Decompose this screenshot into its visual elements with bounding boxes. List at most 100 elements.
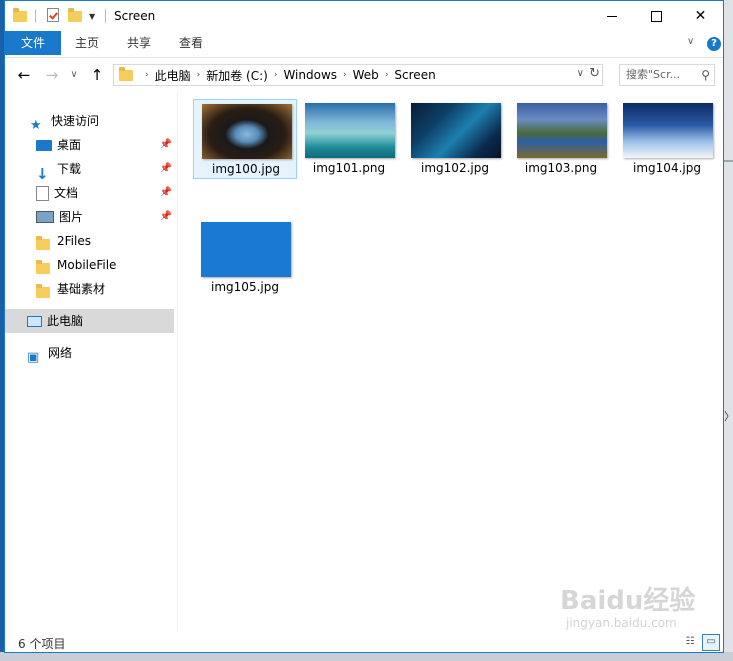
forward-arrow-icon[interactable]: → <box>42 65 62 85</box>
qa-separator <box>105 9 106 23</box>
folder-icon <box>36 234 52 250</box>
minimize-icon <box>606 15 617 17</box>
sidebar-item-label: 图片 <box>59 210 84 224</box>
sidebar-item-pictures[interactable]: 图片 📌 <box>36 205 172 229</box>
title-bar: ▼ Screen ✕ <box>5 1 723 31</box>
pin-icon: 📌 <box>159 187 172 198</box>
window-folder-icon <box>13 7 27 24</box>
details-view-icon[interactable]: ☷ <box>681 634 699 651</box>
breadcrumb-screen[interactable]: Screen <box>394 68 435 82</box>
explorer-window: ▼ Screen ✕ 文件 主页 共享 查看 ∨ ? ← → ∨ ↑ › 此电脑… <box>4 0 724 653</box>
close-button[interactable]: ✕ <box>678 1 723 31</box>
sidebar-item-this-pc[interactable]: 此电脑 <box>5 309 174 333</box>
navigation-bar: ← → ∨ ↑ › 此电脑 › 新加卷 (C:) › Windows › Web… <box>5 58 723 92</box>
pin-icon: 📌 <box>159 211 172 222</box>
maximize-button[interactable] <box>634 1 679 31</box>
document-icon <box>36 185 49 201</box>
tab-home[interactable]: 主页 <box>65 31 109 55</box>
help-icon[interactable]: ? <box>707 37 721 51</box>
sidebar-item-network[interactable]: ▣ 网络 <box>27 341 72 365</box>
back-arrow-icon[interactable]: ← <box>14 65 34 85</box>
file-item[interactable]: img104.jpg <box>615 99 719 179</box>
crumb-separator-icon[interactable]: › <box>145 70 149 80</box>
thumbnail-image <box>623 103 713 158</box>
recent-locations-chevron-icon[interactable]: ∨ <box>64 65 84 85</box>
sidebar-item-label: 快速访问 <box>51 114 100 128</box>
file-view: img100.jpg img101.png img102.jpg img103.… <box>179 92 723 632</box>
sidebar-item-desktop[interactable]: 桌面 📌 <box>36 133 172 157</box>
file-item[interactable]: img103.png <box>509 99 613 179</box>
pane-divider[interactable] <box>177 92 178 632</box>
network-icon: ▣ <box>27 350 40 365</box>
background-divider <box>724 160 733 162</box>
address-dropdown-icon[interactable]: ∨ <box>577 68 584 79</box>
pin-icon: 📌 <box>159 163 172 174</box>
pin-icon: 📌 <box>159 139 172 150</box>
sidebar-item-2files[interactable]: 2Files <box>36 229 91 253</box>
minimize-button[interactable] <box>589 1 634 31</box>
up-arrow-icon[interactable]: ↑ <box>87 65 107 85</box>
breadcrumb-drive-c[interactable]: 新加卷 (C:) <box>206 67 268 84</box>
thumbnail-image <box>411 103 501 158</box>
crumb-separator-icon[interactable]: › <box>197 70 201 80</box>
file-item[interactable]: img101.png <box>297 99 401 179</box>
search-placeholder: 搜索"Scr... <box>626 68 681 81</box>
item-count: 6 个项目 <box>18 637 66 651</box>
sidebar-item-label: 文档 <box>54 186 79 200</box>
tab-view[interactable]: 查看 <box>169 31 213 55</box>
sidebar-item-basic-materials[interactable]: 基础素材 <box>36 277 105 301</box>
folder-icon <box>36 258 52 274</box>
crumb-separator-icon[interactable]: › <box>343 70 347 80</box>
watermark-logo: Baidu经验 <box>560 586 696 616</box>
status-bar: 6 个项目 ☷ ▭ <box>5 632 723 652</box>
sidebar-item-label: 基础素材 <box>57 282 106 296</box>
sidebar-item-label: 此电脑 <box>47 314 84 328</box>
breadcrumb-web[interactable]: Web <box>353 68 379 82</box>
sidebar-item-quick-access[interactable]: ★ 快速访问 <box>30 109 99 133</box>
tab-file[interactable]: 文件 <box>5 31 61 55</box>
crumb-separator-icon[interactable]: › <box>385 70 389 80</box>
file-name: img101.png <box>312 161 386 175</box>
new-folder-icon[interactable] <box>68 7 82 24</box>
breadcrumb-this-pc[interactable]: 此电脑 <box>155 67 191 84</box>
file-name: img102.jpg <box>421 161 489 175</box>
watermark-url: jingyan.baidu.com <box>566 616 677 630</box>
sidebar-item-downloads[interactable]: ↓ 下载 📌 <box>36 157 172 183</box>
customize-qa-dropdown-icon[interactable]: ▼ <box>89 12 95 21</box>
search-icon: ⚲ <box>701 68 710 82</box>
file-item[interactable]: img100.jpg <box>193 99 297 179</box>
desktop-icon <box>36 140 52 151</box>
search-input[interactable]: 搜索"Scr... ⚲ <box>619 64 715 86</box>
sidebar-item-label: 网络 <box>48 346 73 360</box>
thumbnail-image <box>305 103 395 158</box>
sidebar-item-documents[interactable]: 文档 📌 <box>36 181 172 205</box>
file-item[interactable]: img102.jpg <box>403 99 507 179</box>
thumbnail-image <box>517 103 607 158</box>
folder-icon <box>36 282 52 298</box>
computer-icon <box>27 315 42 327</box>
expand-ribbon-chevron-icon[interactable]: ∨ <box>687 36 694 47</box>
properties-icon[interactable] <box>47 8 59 22</box>
navigation-pane: ★ 快速访问 桌面 📌 ↓ 下载 📌 文档 📌 图片 📌 2Files Mobi… <box>5 92 177 632</box>
star-icon: ★ <box>30 118 42 133</box>
close-icon: ✕ <box>694 8 707 24</box>
file-name: img103.png <box>524 161 598 175</box>
background-glyph: 〉 <box>724 408 733 426</box>
thumbnail-image <box>201 222 291 277</box>
refresh-icon[interactable]: ↻ <box>589 66 600 81</box>
sidebar-item-label: 桌面 <box>57 138 82 152</box>
maximize-icon <box>651 10 662 22</box>
crumb-separator-icon[interactable]: › <box>274 70 278 80</box>
pictures-icon <box>36 211 54 223</box>
file-item[interactable]: img105.jpg <box>193 218 297 298</box>
tab-share[interactable]: 共享 <box>117 31 161 55</box>
breadcrumb-windows[interactable]: Windows <box>283 68 337 82</box>
thumbnail-image <box>202 104 292 159</box>
large-icons-view-icon[interactable]: ▭ <box>702 634 720 651</box>
sidebar-item-label: MobileFile <box>57 258 117 272</box>
file-name: img104.jpg <box>633 161 701 175</box>
sidebar-item-label: 下载 <box>57 162 82 176</box>
sidebar-item-mobilefile[interactable]: MobileFile <box>36 253 116 277</box>
address-bar[interactable]: › 此电脑 › 新加卷 (C:) › Windows › Web › Scree… <box>113 64 603 86</box>
address-folder-icon <box>119 66 133 81</box>
